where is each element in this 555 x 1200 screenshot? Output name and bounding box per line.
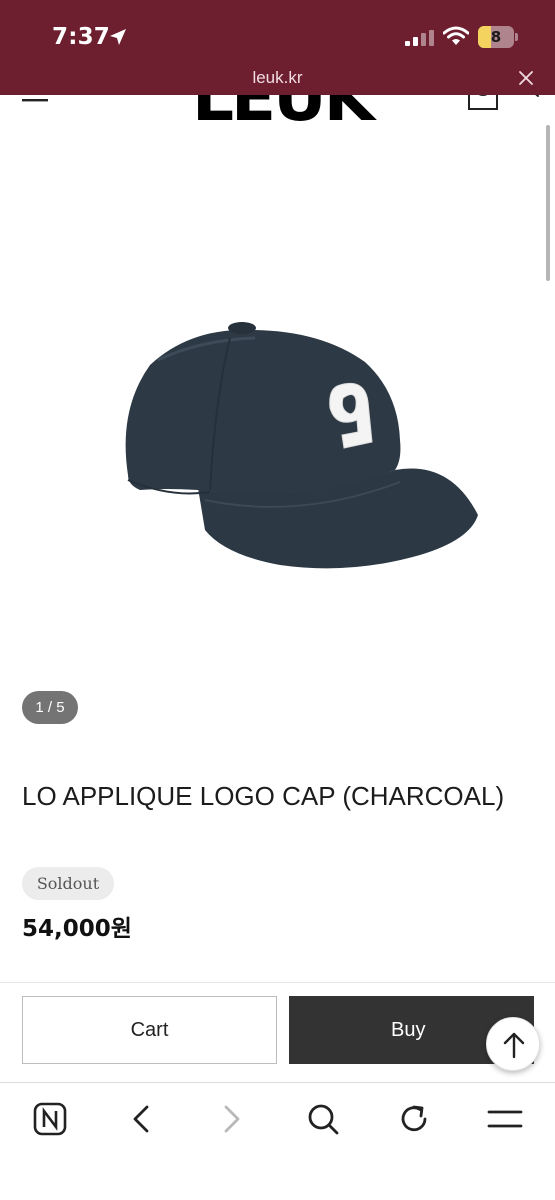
search-icon[interactable] <box>303 1099 343 1139</box>
brand-logo[interactable]: LEUK <box>192 95 375 125</box>
arrow-up-icon <box>503 1032 525 1059</box>
search-icon[interactable] <box>512 95 542 101</box>
hamburger-menu-icon[interactable] <box>22 97 48 105</box>
reload-icon[interactable] <box>394 1099 434 1139</box>
product-title: LO APPLIQUE LOGO CAP (CHARCOAL) <box>22 781 505 811</box>
close-icon[interactable] <box>516 68 536 88</box>
purchase-action-bar: Cart Buy <box>0 982 555 1082</box>
battery-level: 8 <box>490 28 502 46</box>
signal-icon <box>405 30 434 46</box>
cart-button[interactable]: Cart <box>22 996 277 1064</box>
status-badge: Soldout <box>22 867 114 900</box>
forward-icon[interactable] <box>212 1099 252 1139</box>
back-icon[interactable] <box>121 1099 161 1139</box>
image-counter: 1 / 5 <box>22 691 78 724</box>
wifi-icon <box>443 26 469 45</box>
product-price: 54,000원 <box>22 916 132 942</box>
scroll-to-top-button[interactable] <box>486 1017 540 1071</box>
shopping-bag-icon[interactable] <box>466 95 500 111</box>
naver-home-icon[interactable] <box>30 1099 70 1139</box>
site-header: LEUK <box>0 95 555 125</box>
battery-icon: 8 <box>478 26 518 48</box>
product-image[interactable] <box>0 170 555 670</box>
browser-toolbar <box>0 1082 555 1200</box>
location-arrow-icon <box>110 29 126 45</box>
status-and-url-bar: 7:37 8 leuk.kr <box>0 0 555 95</box>
menu-icon[interactable] <box>485 1099 525 1139</box>
url-text[interactable]: leuk.kr <box>0 68 555 88</box>
status-time: 7:37 <box>52 24 111 50</box>
